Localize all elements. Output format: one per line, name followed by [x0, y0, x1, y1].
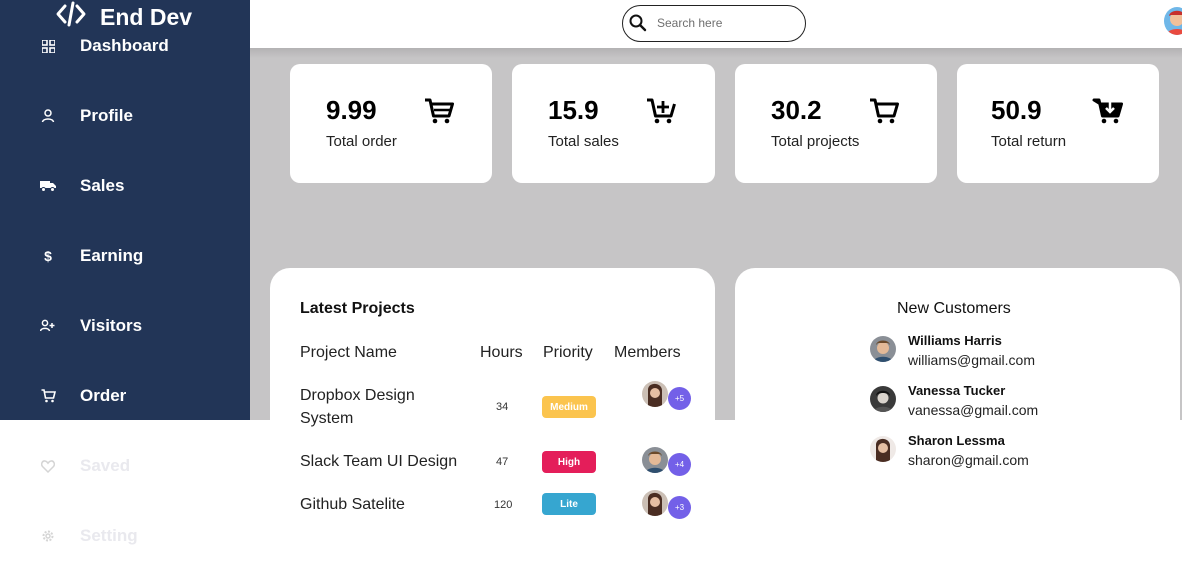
project-hours: 47 — [496, 456, 509, 468]
latest-projects-title: Latest Projects — [300, 300, 415, 317]
sidebar-item-label: Dashboard — [80, 36, 169, 55]
header-shadow — [250, 48, 1182, 58]
user-avatar[interactable] — [1164, 7, 1182, 35]
sidebar-item-setting[interactable]: Setting — [0, 516, 250, 556]
new-customers-title: New Customers — [897, 300, 1011, 317]
truck-icon — [40, 178, 56, 194]
extra-members-count[interactable]: +3 — [668, 496, 691, 519]
customer-name: Sharon Lessma — [908, 433, 1005, 448]
sidebar-item-earning[interactable]: $ Earning — [0, 236, 250, 276]
cart-icon — [422, 94, 456, 128]
sidebar-item-label: Setting — [80, 526, 138, 545]
sidebar-item-label: Saved — [80, 456, 131, 475]
extra-members-count[interactable]: +4 — [668, 453, 691, 476]
customer-email: williams@gmail.com — [908, 352, 1036, 368]
heart-icon — [40, 458, 56, 474]
sidebar-item-sales[interactable]: Sales — [0, 166, 250, 206]
top-bar — [250, 0, 1182, 48]
cart-plus-icon — [644, 94, 678, 128]
priority-badge: High — [542, 451, 596, 473]
priority-badge: Lite — [542, 493, 596, 515]
stat-card-total-sales[interactable]: 15.9 Total sales — [512, 64, 715, 183]
user-add-icon — [40, 318, 56, 334]
sidebar-item-label: Order — [80, 386, 127, 405]
priority-badge: Medium — [542, 396, 596, 418]
member-avatar[interactable] — [642, 381, 668, 407]
cart-icon — [867, 94, 901, 128]
stat-caption: Total projects — [771, 133, 860, 150]
dollar-icon: $ — [44, 248, 52, 264]
search-input[interactable] — [657, 14, 797, 32]
stat-caption: Total return — [991, 133, 1067, 150]
stat-card-total-return[interactable]: 50.9 Total return — [957, 64, 1159, 183]
col-header-priority: Priority — [543, 344, 593, 361]
sidebar-item-saved[interactable]: Saved — [0, 446, 250, 486]
user-icon — [40, 108, 56, 124]
customer-email: vanessa@gmail.com — [908, 402, 1039, 418]
project-name[interactable]: Dropbox Design System — [300, 384, 450, 430]
sidebar-item-visitors[interactable]: Visitors — [0, 306, 250, 346]
sidebar-item-dashboard[interactable]: Dashboard — [0, 26, 250, 66]
gear-icon — [40, 528, 56, 544]
stat-caption: Total sales — [548, 133, 619, 150]
cart-icon — [40, 388, 56, 404]
project-name[interactable]: Github Satelite — [300, 493, 405, 516]
stat-caption: Total order — [326, 133, 397, 150]
cart-download-icon — [1091, 94, 1125, 128]
col-header-hours: Hours — [480, 344, 523, 361]
extra-members-count[interactable]: +5 — [668, 387, 691, 410]
project-name[interactable]: Slack Team UI Design — [300, 450, 457, 473]
customer-name: Vanessa Tucker — [908, 383, 1006, 398]
sidebar-item-label: Visitors — [80, 316, 143, 335]
grid-icon — [40, 38, 56, 54]
customer-avatar[interactable] — [870, 436, 896, 462]
stat-value: 9.99 — [326, 95, 377, 125]
stat-card-total-order[interactable]: 9.99 Total order — [290, 64, 492, 183]
customer-email: sharon@gmail.com — [908, 452, 1029, 468]
project-hours: 34 — [496, 401, 509, 413]
member-avatar[interactable] — [642, 447, 668, 473]
stat-card-total-projects[interactable]: 30.2 Total projects — [735, 64, 937, 183]
sidebar: End Dev Dashboard Profile Sales $ Earnin… — [0, 0, 250, 420]
member-avatar[interactable] — [642, 490, 668, 516]
customer-avatar[interactable] — [870, 386, 896, 412]
search-box[interactable] — [622, 5, 806, 42]
customer-name: Williams Harris — [908, 333, 1002, 348]
stat-value: 50.9 — [991, 95, 1042, 125]
stat-value: 30.2 — [771, 95, 822, 125]
search-icon[interactable] — [628, 13, 648, 33]
sidebar-item-label: Profile — [80, 106, 133, 125]
project-hours: 120 — [494, 499, 513, 511]
sidebar-item-label: Earning — [80, 246, 144, 265]
col-header-project-name: Project Name — [300, 344, 397, 361]
sidebar-item-profile[interactable]: Profile — [0, 96, 250, 136]
customer-avatar[interactable] — [870, 336, 896, 362]
stat-value: 15.9 — [548, 95, 599, 125]
col-header-members: Members — [614, 344, 681, 361]
sidebar-item-label: Sales — [80, 176, 125, 195]
sidebar-item-order[interactable]: Order — [0, 376, 250, 416]
